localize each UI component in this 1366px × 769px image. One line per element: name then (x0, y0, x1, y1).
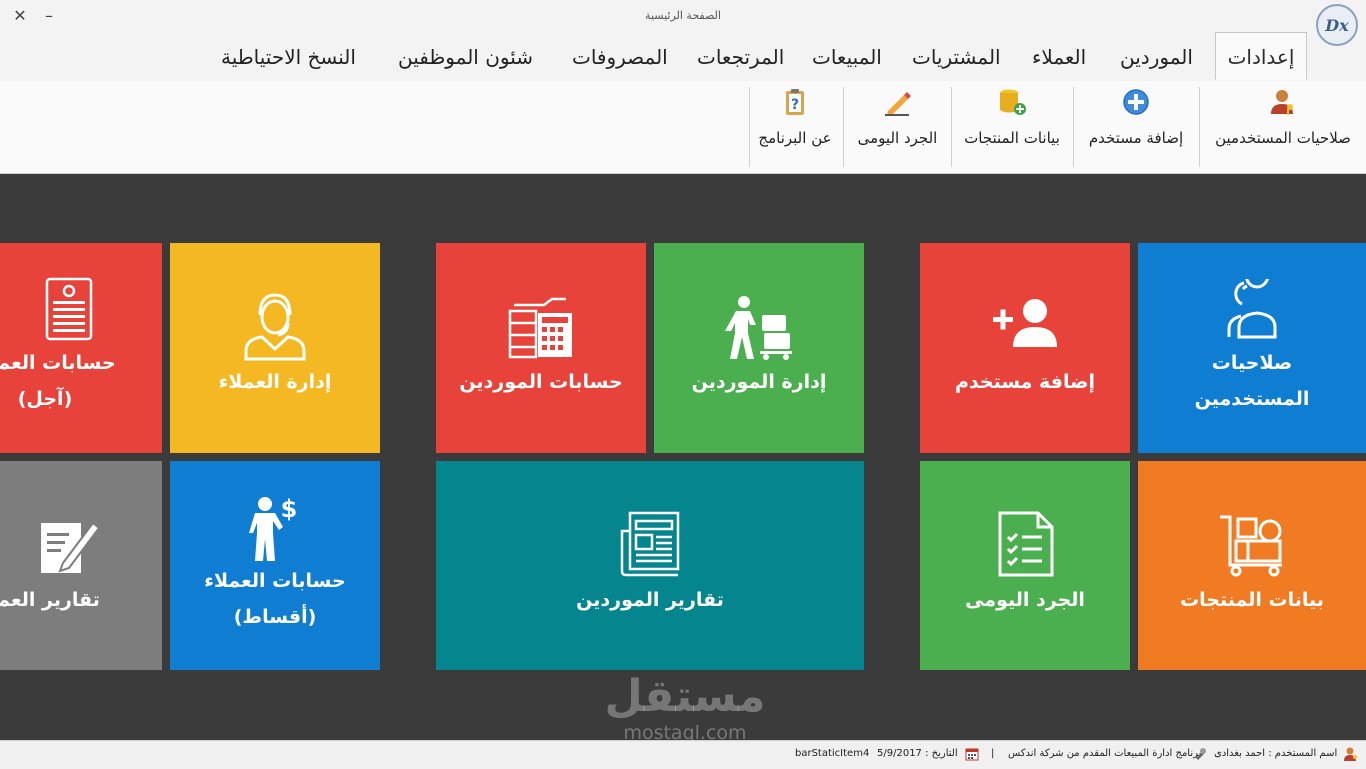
watermark: مستقل mostaql.com (600, 671, 770, 745)
tile-label: صلاحيات المستخدمين (1194, 352, 1310, 410)
calendar-icon (965, 747, 979, 764)
status-separator: | (991, 748, 995, 759)
tile-product-data[interactable]: بيانات المنتجات (1138, 461, 1366, 670)
man-dollar-icon: $ (249, 495, 298, 561)
ribbon-add-user-button[interactable]: إضافة مستخدم (1080, 87, 1192, 167)
gear-icon (1193, 747, 1207, 764)
tile-user-permissions[interactable]: صلاحيات المستخدمين (1138, 243, 1366, 453)
ribbon-separator (1073, 87, 1074, 167)
ribbon-label: عن البرنامج (758, 129, 832, 147)
title-bar: ✕ – الصفحة الرئيسية (0, 0, 1366, 34)
tile-add-user[interactable]: إضافة مستخدم (920, 243, 1130, 453)
database-add-icon (1000, 89, 1026, 115)
tile-dashboard: صلاحيات المستخدمين إضافة مستخدم إدارة ال… (0, 174, 1366, 740)
tile-label: تقارير العملاء (0, 589, 100, 611)
newspaper-icon (620, 511, 680, 577)
status-static-item: barStaticItem4 (795, 748, 870, 759)
cart-boxes-icon (1220, 515, 1282, 577)
ribbon-tabs: إعدادات الموردين العملاء المشتريات المبي… (0, 32, 1366, 82)
porter-luggage-icon (725, 296, 792, 360)
ribbon-label: بيانات المنتجات (964, 129, 1060, 147)
tile-label: تقارير الموردين (576, 589, 724, 611)
ribbon-separator (1199, 87, 1200, 167)
help-clipboard-icon: ? (786, 89, 804, 115)
tile-label: حسابات الموردين (459, 371, 623, 393)
tile-label: حسابات العملاء (أقساط) (204, 570, 346, 628)
tile-label: إدارة العملاء (218, 371, 332, 393)
tile-customer-management[interactable]: إدارة العملاء (170, 243, 380, 453)
ribbon-panel: صلاحيات المستخدمين إضافة مستخدم بيانات ا… (0, 81, 1366, 174)
window-title: الصفحة الرئيسية (645, 9, 721, 22)
tab-settings[interactable]: إعدادات (1215, 32, 1307, 80)
users-icon (1227, 279, 1277, 339)
tile-supplier-reports[interactable]: تقارير الموردين (436, 461, 864, 670)
tile-daily-inventory[interactable]: الجرد اليومى (920, 461, 1130, 670)
status-bar: barStaticItem4 التاريخ : 5/9/2017 | برنا… (0, 740, 1366, 769)
tab-backups[interactable]: النسخ الاحتياطية (221, 34, 356, 80)
ribbon-label: الجرد اليومى (857, 129, 938, 147)
add-user-icon (993, 299, 1057, 347)
checklist-icon (998, 511, 1054, 577)
ribbon-label: صلاحيات المستخدمين (1215, 129, 1351, 147)
ribbon-label: إضافة مستخدم (1088, 129, 1184, 147)
svg-text:$: $ (281, 495, 298, 523)
tile-customer-accounts-installments[interactable]: $ حسابات العملاء (أقساط) (170, 461, 380, 670)
ribbon-daily-inventory-button[interactable]: الجرد اليومى (850, 87, 945, 167)
headset-agent-icon (244, 293, 306, 361)
status-program-name: برنامج ادارة المبيعات المقدم من شركة اند… (1008, 748, 1202, 759)
ledger-calculator-icon (508, 297, 572, 359)
edit-document-icon (41, 521, 101, 573)
tab-sales[interactable]: المبيعات (812, 34, 882, 80)
tab-returns[interactable]: المرتجعات (697, 34, 784, 80)
tab-purchases[interactable]: المشتريات (912, 34, 1001, 80)
tile-customer-accounts-credit[interactable]: حسابات العملاء (آجل) (0, 243, 162, 453)
invoice-icon (45, 277, 93, 341)
user-icon (1343, 746, 1359, 765)
tile-label: إضافة مستخدم (954, 371, 1096, 393)
watermark-arabic: مستقل (604, 671, 766, 722)
add-circle-icon (1123, 89, 1149, 115)
tab-suppliers[interactable]: الموردين (1120, 34, 1193, 80)
ribbon-product-data-button[interactable]: بيانات المنتجات (958, 87, 1066, 167)
tile-label: بيانات المنتجات (1180, 589, 1324, 611)
ribbon-separator (843, 87, 844, 167)
tab-employee-affairs[interactable]: شئون الموظفين (398, 34, 533, 80)
ribbon-about-button[interactable]: ? عن البرنامج (753, 87, 837, 167)
pencil-icon (884, 92, 911, 116)
ribbon-user-permissions-button[interactable]: صلاحيات المستخدمين (1205, 87, 1361, 167)
ribbon-separator (749, 87, 750, 167)
ribbon-separator (951, 87, 952, 167)
svg-text:?: ? (791, 97, 799, 113)
app-logo: Dx (1316, 4, 1358, 46)
tab-expenses[interactable]: المصروفات (572, 34, 668, 80)
tile-supplier-management[interactable]: إدارة الموردين (654, 243, 864, 453)
status-date: التاريخ : 5/9/2017 (877, 748, 958, 759)
tab-customers[interactable]: العملاء (1032, 34, 1086, 80)
user-key-icon (1271, 90, 1293, 115)
tile-supplier-accounts[interactable]: حسابات الموردين (436, 243, 646, 453)
tile-label: إدارة الموردين (691, 371, 827, 393)
tile-label: حسابات العملاء (آجل) (0, 352, 116, 410)
tile-customer-reports[interactable]: تقارير العملاء (0, 461, 162, 670)
tile-label: الجرد اليومى (965, 589, 1085, 611)
status-username: اسم المستخدم : احمد بغدادى (1214, 748, 1338, 759)
